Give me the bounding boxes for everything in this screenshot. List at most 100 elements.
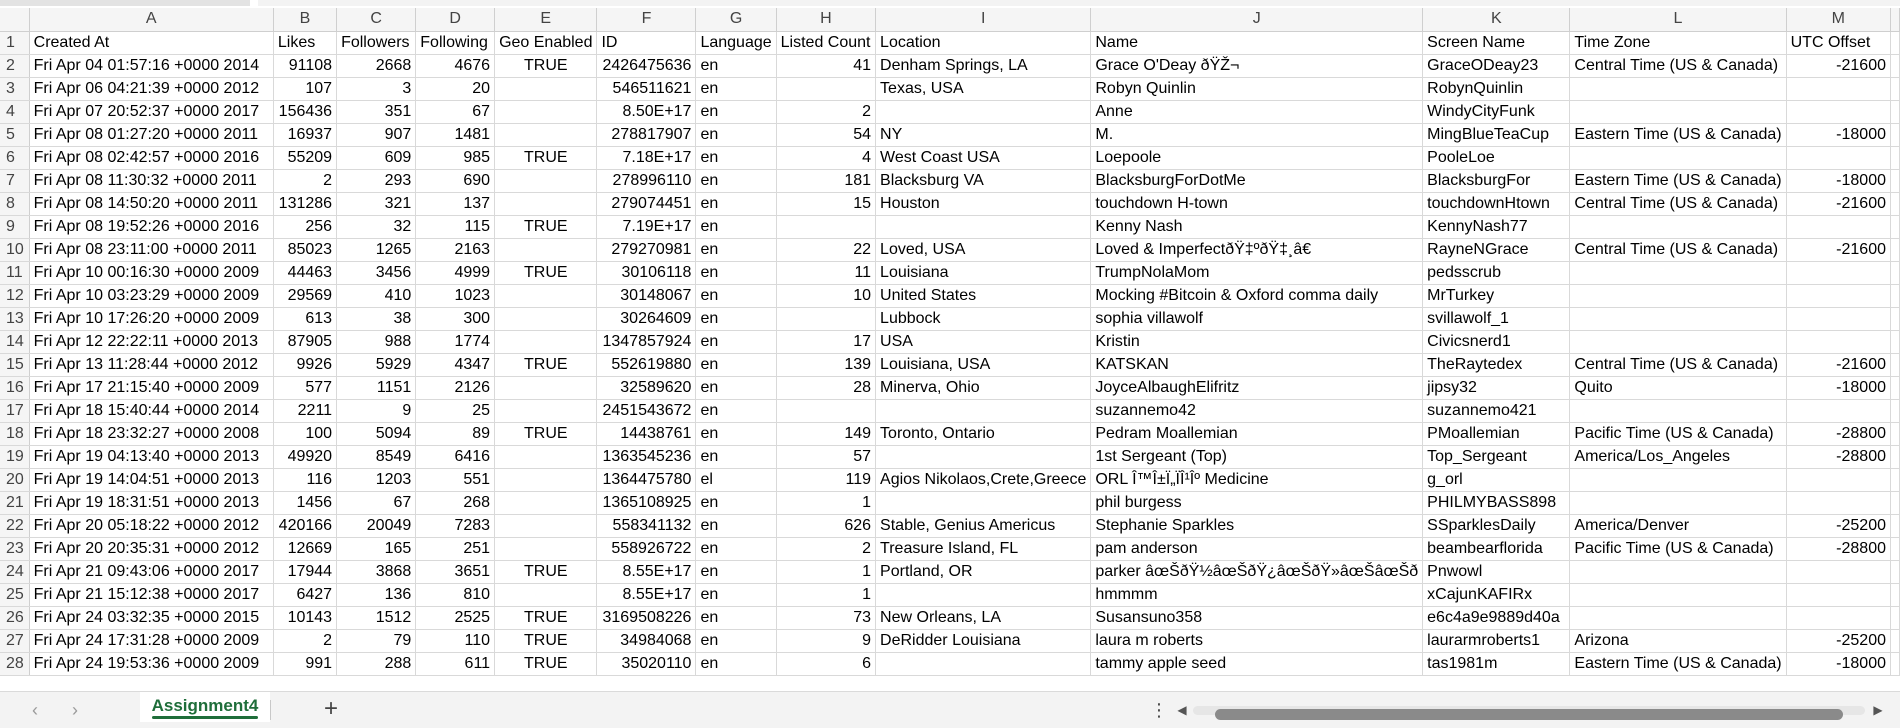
cell[interactable]: 32589620 [596,376,697,400]
column-header-a[interactable]: A [29,8,274,32]
cell[interactable]: 2426475636 [596,54,697,78]
cell[interactable]: 67 [336,491,417,515]
cell[interactable]: sophia villawolf [1090,307,1424,331]
cell[interactable] [776,77,877,101]
cell[interactable] [494,330,598,354]
row-header[interactable]: 21 [0,491,30,515]
cell[interactable] [1890,560,1900,584]
row-header[interactable]: 12 [0,284,30,308]
cell[interactable]: Fri Apr 19 04:13:40 +0000 2013 [29,445,274,469]
cell[interactable]: 552619880 [596,353,697,377]
row-header[interactable]: 3 [0,77,30,101]
cell[interactable]: touchdownHtown [1422,192,1571,216]
cell[interactable]: Fri Apr 24 17:31:28 +0000 2009 [29,629,274,653]
cell[interactable]: Loepoole [1090,146,1424,170]
cell[interactable]: -25200 [1786,514,1892,538]
header-cell[interactable]: Followers [336,31,417,55]
cell[interactable]: 30264609 [596,307,697,331]
cell[interactable] [1890,169,1900,193]
prev-sheet-button[interactable]: ‹ [25,700,45,720]
cell[interactable]: 9 [776,629,877,653]
cell[interactable]: TheRaytedex [1422,353,1571,377]
cell[interactable]: Fri Apr 17 21:15:40 +0000 2009 [29,376,274,400]
cell[interactable]: -28800 [1786,422,1892,446]
row-header[interactable]: 7 [0,169,30,193]
cell[interactable]: Fri Apr 12 22:22:11 +0000 2013 [29,330,274,354]
cell[interactable] [1569,261,1787,285]
cell[interactable]: en [695,192,777,216]
cell[interactable] [1569,560,1787,584]
cell[interactable] [494,445,598,469]
cell[interactable] [1890,215,1900,239]
cell[interactable] [1890,192,1900,216]
cell[interactable]: America/Denver [1569,514,1787,538]
cell[interactable] [1786,330,1892,354]
cell[interactable]: 279270981 [596,238,697,262]
cell[interactable]: en [695,123,777,147]
cell[interactable]: Stephanie Sparkles [1090,514,1424,538]
cell[interactable]: Fri Apr 21 15:12:38 +0000 2017 [29,583,274,607]
column-header-e[interactable]: E [494,8,598,32]
cell[interactable]: Eastern Time (US & Canada) [1569,123,1787,147]
cell[interactable] [1786,261,1892,285]
cell[interactable] [875,100,1092,124]
row-header[interactable]: 20 [0,468,30,492]
column-header-f[interactable]: F [596,8,697,32]
row-header[interactable]: 10 [0,238,30,262]
cell[interactable]: 251 [415,537,496,561]
header-cell[interactable]: Listed Count [776,31,877,55]
cell[interactable]: 5929 [336,353,417,377]
cell[interactable]: 107 [273,77,338,101]
cell[interactable]: Fri Apr 07 20:52:37 +0000 2017 [29,100,274,124]
cell[interactable]: -18000 [1786,169,1892,193]
cell[interactable] [494,123,598,147]
cell[interactable]: 139 [776,353,877,377]
cell[interactable] [494,238,598,262]
cell[interactable]: NY [875,123,1092,147]
cell[interactable]: 351 [336,100,417,124]
cell[interactable] [1890,77,1900,101]
cell[interactable]: 1512 [336,606,417,630]
cell[interactable]: 44463 [273,261,338,285]
cell[interactable]: TRUE [494,606,598,630]
cell[interactable]: 690 [415,169,496,193]
row-header[interactable]: 5 [0,123,30,147]
cell[interactable]: Minerva, Ohio [875,376,1092,400]
cell[interactable]: 3169508226 [596,606,697,630]
cell[interactable]: 57 [776,445,877,469]
cell[interactable]: e6c4a9e9889d40a [1422,606,1571,630]
cell[interactable]: 6 [776,652,877,676]
column-header-d[interactable]: D [415,8,496,32]
cell[interactable] [1569,215,1787,239]
cell[interactable]: Houston [875,192,1092,216]
cell[interactable]: Texas, USA [875,77,1092,101]
cell[interactable]: DeRidder Louisiana [875,629,1092,653]
cell[interactable]: Civicsnerd1 [1422,330,1571,354]
cell[interactable]: pedsscrub [1422,261,1571,285]
cell[interactable]: PooleLoe [1422,146,1571,170]
cell[interactable]: 55209 [273,146,338,170]
column-header-i[interactable]: I [875,8,1092,32]
cell[interactable]: TRUE [494,353,598,377]
cell[interactable] [494,514,598,538]
cell[interactable] [1890,629,1900,653]
cell[interactable]: 2668 [336,54,417,78]
row-header[interactable]: 28 [0,652,30,676]
cell[interactable]: en [695,169,777,193]
cell[interactable]: 1265 [336,238,417,262]
cell[interactable]: Portland, OR [875,560,1092,584]
cell[interactable] [494,100,598,124]
cell[interactable]: 115 [415,215,496,239]
header-cell[interactable]: Likes [273,31,338,55]
cell[interactable]: 100 [273,422,338,446]
cell[interactable]: 1 [776,560,877,584]
cell[interactable]: 611 [415,652,496,676]
cell[interactable]: 1 [776,491,877,515]
cell[interactable]: Fri Apr 08 14:50:20 +0000 2011 [29,192,274,216]
cell[interactable]: TRUE [494,560,598,584]
header-cell[interactable]: Following [415,31,496,55]
cell[interactable]: Fri Apr 06 04:21:39 +0000 2012 [29,77,274,101]
cell[interactable]: xCajunKAFIRx [1422,583,1571,607]
row-header[interactable]: 9 [0,215,30,239]
cell[interactable]: 9 [336,399,417,423]
